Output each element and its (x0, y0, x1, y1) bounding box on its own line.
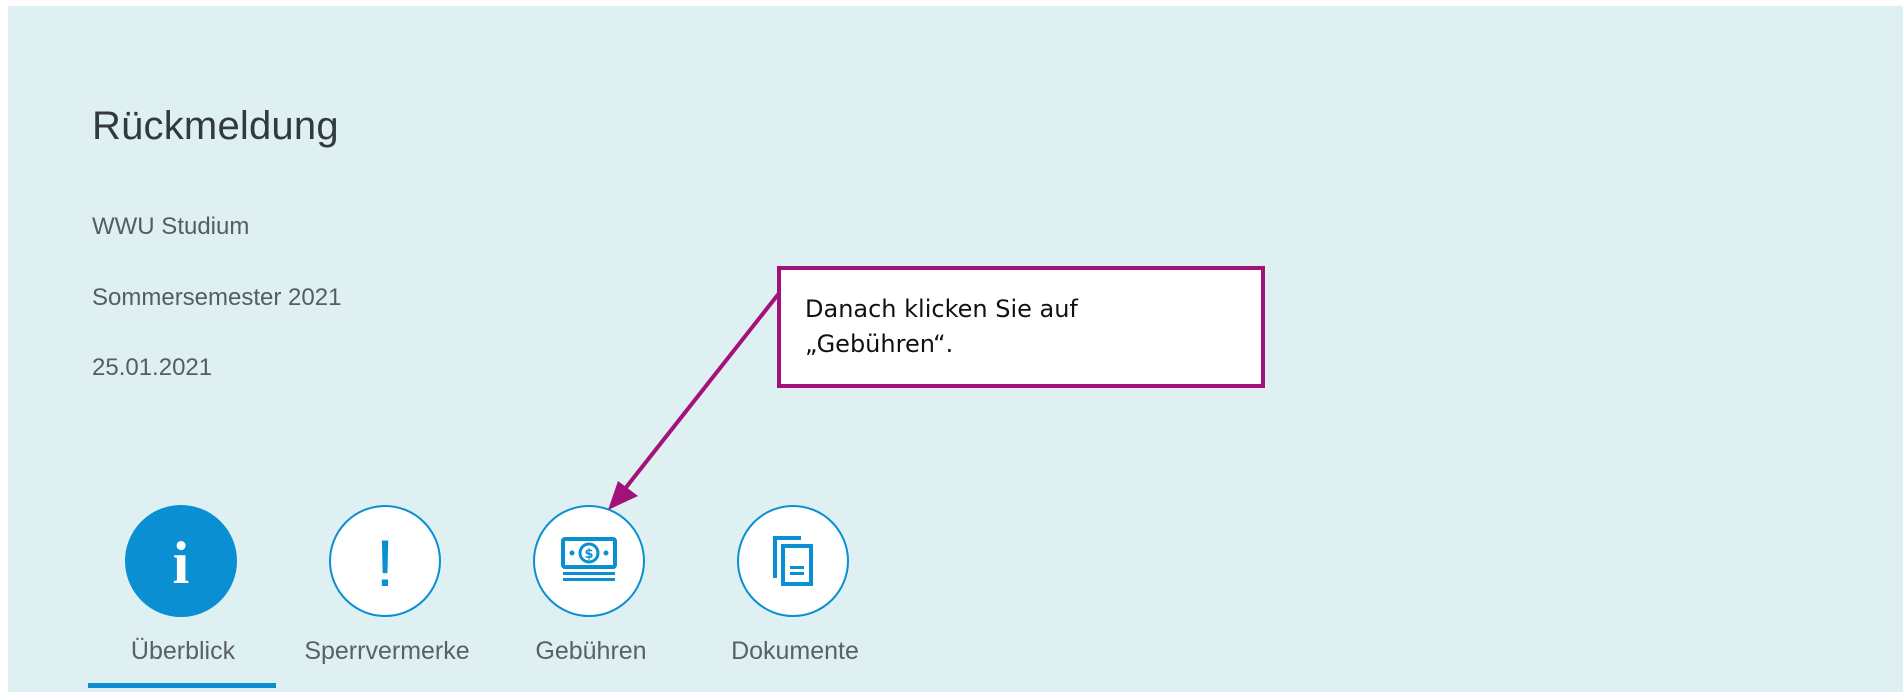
program-name: WWU Studium (92, 213, 250, 240)
instruction-callout: Danach klicken Sie auf „Gebühren“. (777, 266, 1265, 388)
tab-overview-label: Überblick (130, 637, 236, 665)
tab-overview[interactable]: i Überblick (88, 505, 278, 688)
info-icon: i (172, 530, 190, 596)
date-label: 25.01.2021 (92, 354, 213, 381)
tab-sperrvermerke-circle[interactable]: ! (329, 505, 441, 617)
tab-gebuehren-label: Gebühren (535, 637, 647, 665)
page-title: Rückmeldung (92, 104, 339, 148)
callout-text-line-1: Danach klicken Sie auf (805, 295, 1078, 323)
tab-sperrvermerke[interactable]: ! Sperrvermerke (292, 505, 482, 685)
callout-text-line-2: „Gebühren“. (805, 330, 954, 358)
semester-label: Sommersemester 2021 (92, 284, 342, 311)
tab-dokumente[interactable]: Dokumente (700, 505, 890, 685)
tab-gebuehren-circle[interactable]: $ (533, 505, 645, 617)
active-tab-indicator (88, 683, 276, 688)
tab-dokumente-label: Dokumente (731, 637, 859, 665)
exclamation-icon: ! (375, 526, 395, 600)
tab-sperrvermerke-label: Sperrvermerke (304, 637, 470, 665)
money-icon: $ (561, 537, 617, 581)
tab-gebuehren[interactable]: $ Gebühren (496, 505, 686, 685)
tab-dokumente-circle[interactable] (737, 505, 849, 617)
document-icon (773, 536, 813, 586)
tab-overview-circle[interactable]: i (125, 505, 237, 617)
svg-text:$: $ (584, 547, 593, 562)
